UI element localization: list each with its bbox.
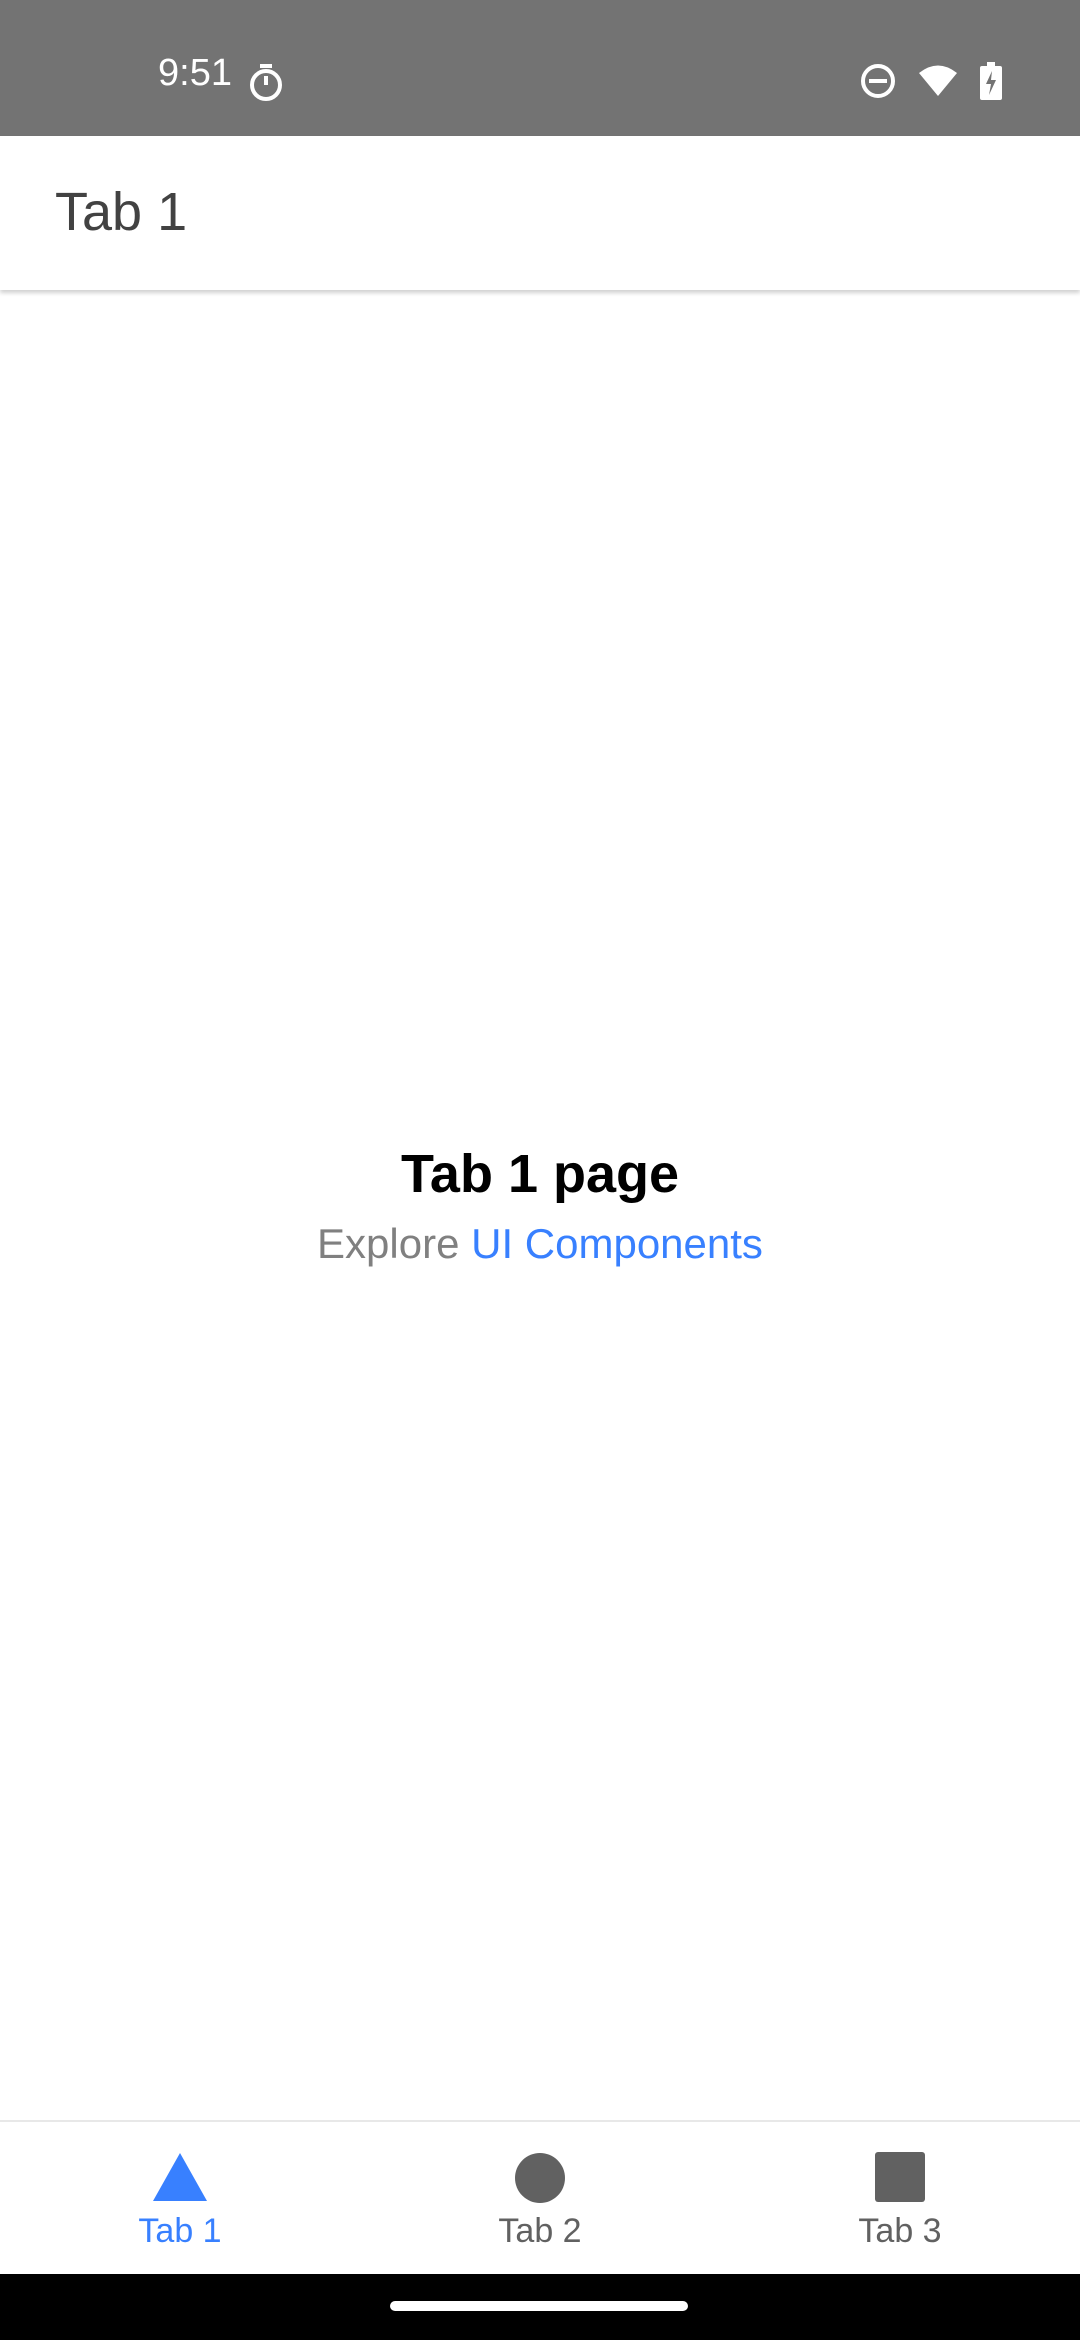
do-not-disturb-icon [860, 63, 896, 99]
tab-1[interactable]: Tab 1 [0, 2122, 360, 2274]
explore-text: Explore [317, 1219, 460, 1267]
page-heading: Tab 1 page [400, 1144, 680, 1204]
status-bar: 9:51 [0, 0, 1080, 136]
wifi-icon [918, 64, 958, 98]
status-icons [860, 62, 1002, 100]
tab-bar: Tab 1 Tab 2 Tab 3 [0, 2120, 1080, 2274]
tab-label: Tab 2 [498, 2212, 582, 2250]
ui-components-link[interactable]: UI Components [471, 1220, 763, 1267]
system-nav-bar [0, 2274, 1080, 2340]
timer-icon [248, 64, 284, 102]
tab-2[interactable]: Tab 2 [360, 2122, 720, 2274]
battery-charging-icon [980, 62, 1002, 100]
tab-label: Tab 3 [858, 2212, 942, 2250]
status-time: 9:51 [158, 52, 232, 94]
explore-line: Explore UI Components [0, 1219, 1080, 1269]
home-indicator[interactable] [390, 2301, 688, 2311]
app-bar: Tab 1 [0, 136, 1080, 290]
circle-icon [514, 2152, 566, 2209]
tab-label: Tab 1 [138, 2212, 222, 2250]
empty-state: Tab 1 page Explore UI Components [0, 1142, 1080, 1269]
square-icon [875, 2152, 925, 2207]
page-title: Tab 1 [55, 182, 188, 242]
tab-3[interactable]: Tab 3 [720, 2122, 1080, 2274]
triangle-icon [152, 2152, 208, 2207]
main-content: Tab 1 page Explore UI Components [0, 290, 1080, 2120]
